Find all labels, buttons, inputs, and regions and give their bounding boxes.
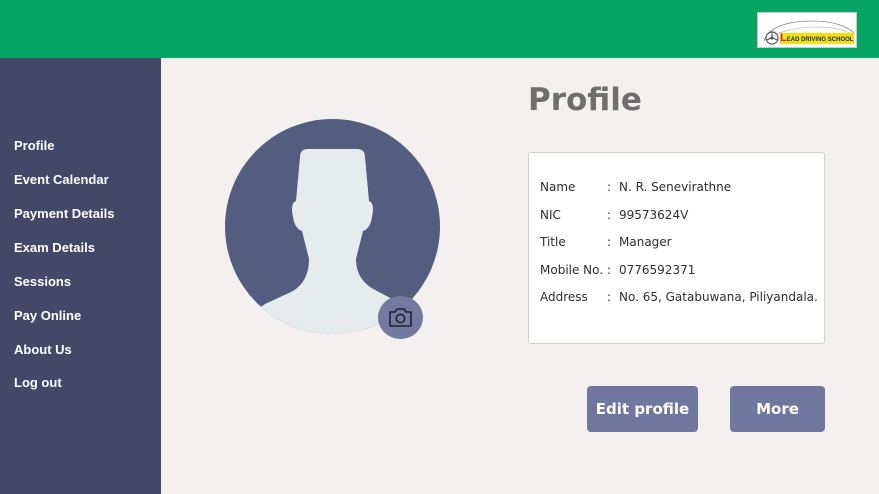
info-separator: : <box>607 180 612 194</box>
sidebar: Profile Event Calendar Payment Details E… <box>0 58 161 494</box>
info-label: Name <box>540 180 576 194</box>
sidebar-item-profile[interactable]: Profile <box>14 138 54 153</box>
info-label: Address <box>540 290 588 304</box>
info-value: Manager <box>619 235 672 249</box>
sidebar-item-log-out[interactable]: Log out <box>14 375 62 390</box>
edit-profile-button[interactable]: Edit profile <box>587 386 698 432</box>
info-separator: : <box>607 208 612 222</box>
info-separator: : <box>607 290 612 304</box>
logo-initial: L <box>780 33 787 44</box>
change-photo-button[interactable] <box>378 296 423 339</box>
info-label: Mobile No. <box>540 263 604 277</box>
sidebar-item-pay-online[interactable]: Pay Online <box>14 308 81 323</box>
sidebar-item-payment-details[interactable]: Payment Details <box>14 206 114 221</box>
profile-info-card: Name : N. R. Senevirathne NIC : 99573624… <box>528 152 825 344</box>
info-label: NIC <box>540 208 561 222</box>
top-header: LEAD DRIVING SCHOOL <box>0 0 879 58</box>
logo-name: EAD DRIVING SCHOOL <box>786 37 854 43</box>
info-separator: : <box>607 263 612 277</box>
sidebar-item-exam-details[interactable]: Exam Details <box>14 240 95 255</box>
sidebar-item-about-us[interactable]: About Us <box>14 342 72 357</box>
info-label: Title <box>540 235 566 249</box>
logo-text: LEAD DRIVING SCHOOL <box>780 33 854 44</box>
more-button[interactable]: More <box>730 386 825 432</box>
sidebar-item-sessions[interactable]: Sessions <box>14 274 71 289</box>
page-title: Profile <box>528 82 642 118</box>
camera-icon <box>389 308 412 327</box>
school-logo[interactable]: LEAD DRIVING SCHOOL <box>757 12 857 48</box>
sidebar-item-event-calendar[interactable]: Event Calendar <box>14 172 109 187</box>
info-value: 0776592371 <box>619 263 696 277</box>
info-value: No. 65, Gatabuwana, Piliyandala. <box>619 290 818 304</box>
info-value: N. R. Senevirathne <box>619 180 732 194</box>
info-separator: : <box>607 235 612 249</box>
info-value: 99573624V <box>619 208 689 222</box>
